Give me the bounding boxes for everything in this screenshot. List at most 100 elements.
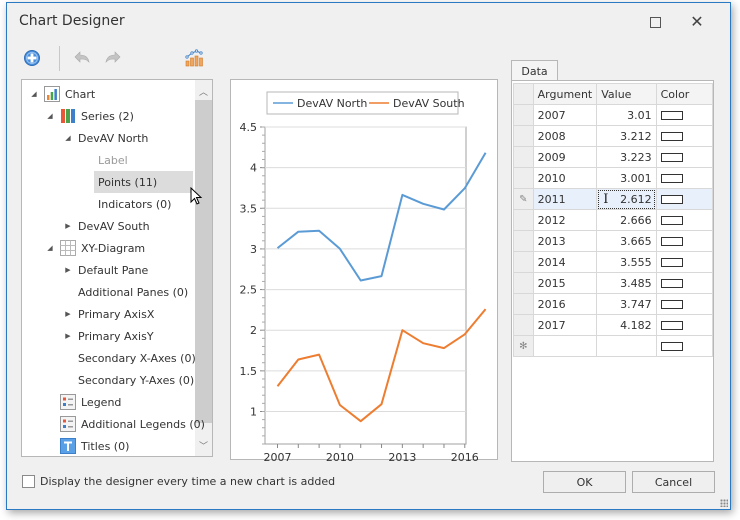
color-cell[interactable] <box>655 104 714 126</box>
grid-row[interactable]: 2014 3.555 <box>513 251 714 273</box>
scroll-thumb[interactable] <box>195 100 212 423</box>
color-cell[interactable] <box>655 293 714 315</box>
maximize-button[interactable] <box>637 9 673 35</box>
expanded-arrow-icon[interactable]: ◢ <box>44 244 56 252</box>
grid-row[interactable]: 2008 3.212 <box>513 125 714 147</box>
row-indicator[interactable] <box>513 209 534 231</box>
argument-cell[interactable]: 2016 <box>532 293 598 315</box>
tree-item-additional-panes-0[interactable]: Additional Panes (0) <box>62 281 188 303</box>
value-cell[interactable]: 3.555 <box>596 251 657 273</box>
column-header-color[interactable]: Color <box>655 83 714 105</box>
argument-cell[interactable]: 2014 <box>532 251 598 273</box>
edit-row-indicator-icon[interactable]: ✎ <box>513 188 534 210</box>
value-cell[interactable]: 3.665 <box>596 230 657 252</box>
tree-item-primary-axisx[interactable]: ▶ Primary AxisX <box>62 303 154 325</box>
tree-item-indicators-0[interactable]: Indicators (0) <box>94 193 193 215</box>
color-swatch[interactable] <box>660 237 683 246</box>
argument-cell[interactable]: 2010 <box>532 167 598 189</box>
row-indicator[interactable] <box>513 146 534 168</box>
color-cell[interactable] <box>655 272 714 294</box>
color-swatch[interactable] <box>660 195 683 204</box>
argument-cell[interactable]: 2012 <box>532 209 598 231</box>
argument-cell[interactable]: 2008 <box>532 125 598 147</box>
tree-item-series-2[interactable]: ◢ Series (2) <box>44 105 134 127</box>
grid-row[interactable]: 2015 3.485 <box>513 272 714 294</box>
color-swatch[interactable] <box>660 258 683 267</box>
tree-item-default-pane[interactable]: ▶ Default Pane <box>62 259 148 281</box>
value-cell[interactable]: 2.666 <box>596 209 657 231</box>
undo-button[interactable] <box>71 47 93 69</box>
ok-button[interactable]: OK <box>543 471 626 493</box>
grid-row[interactable]: 2010 3.001 <box>513 167 714 189</box>
color-swatch[interactable] <box>660 174 683 183</box>
collapsed-arrow-icon[interactable]: ▶ <box>62 310 74 318</box>
value-cell[interactable]: 3.212 <box>596 125 657 147</box>
resize-grip[interactable] <box>720 499 728 507</box>
redo-button[interactable] <box>102 47 124 69</box>
argument-cell[interactable]: 2011 <box>532 188 598 210</box>
value-cell[interactable]: 3.001 <box>596 167 657 189</box>
tree-item-secondary-x-axes-0[interactable]: Secondary X-Axes (0) <box>62 347 196 369</box>
tree-item-points-11[interactable]: Points (11) <box>94 171 193 193</box>
argument-cell[interactable]: 2015 <box>532 272 598 294</box>
row-indicator[interactable] <box>513 104 534 126</box>
add-button[interactable] <box>21 47 43 69</box>
grid-row[interactable]: 2007 3.01 <box>513 104 714 126</box>
color-swatch[interactable] <box>660 321 683 330</box>
grid-row[interactable]: ✎ 2011 2.612 I <box>513 188 714 210</box>
collapsed-arrow-icon[interactable]: ▶ <box>62 222 74 230</box>
collapsed-arrow-icon[interactable]: ▶ <box>62 266 74 274</box>
row-indicator[interactable] <box>513 314 534 336</box>
color-cell[interactable] <box>655 167 714 189</box>
expanded-arrow-icon[interactable]: ◢ <box>28 90 40 98</box>
color-swatch[interactable] <box>660 279 683 288</box>
collapsed-arrow-icon[interactable]: ▶ <box>62 332 74 340</box>
color-swatch[interactable] <box>660 132 683 141</box>
grid-row[interactable]: 2013 3.665 <box>513 230 714 252</box>
row-indicator[interactable] <box>513 293 534 315</box>
show-designer-checkbox[interactable] <box>22 475 35 488</box>
argument-cell[interactable]: 2007 <box>532 104 598 126</box>
close-button[interactable]: ✕ <box>679 9 715 35</box>
tree-item-label[interactable]: Label <box>94 149 193 171</box>
tree-scrollbar[interactable]: ︿ ﹀ <box>195 80 212 456</box>
new-argument-cell[interactable] <box>532 335 598 357</box>
value-cell[interactable]: 3.223 <box>596 146 657 168</box>
color-swatch[interactable] <box>660 300 683 309</box>
tree-item-xy-diagram[interactable]: ◢ XY-Diagram <box>44 237 145 259</box>
tree-item-titles-0[interactable]: Titles (0) <box>44 435 129 456</box>
row-indicator[interactable] <box>513 272 534 294</box>
tree-item-chart[interactable]: ◢ Chart <box>28 83 95 105</box>
value-cell[interactable]: 3.01 <box>596 104 657 126</box>
value-cell[interactable]: 4.182 <box>596 314 657 336</box>
tree-item-devav-south[interactable]: ▶ DevAV South <box>62 215 149 237</box>
scroll-down-arrow-icon[interactable]: ﹀ <box>195 436 212 454</box>
tree-item-primary-axisy[interactable]: ▶ Primary AxisY <box>62 325 153 347</box>
row-indicator[interactable] <box>513 230 534 252</box>
tab-data[interactable]: Data <box>511 60 558 81</box>
show-designer-checkbox-row[interactable]: Display the designer every time a new ch… <box>22 475 335 488</box>
tree-item-secondary-y-axes-0[interactable]: Secondary Y-Axes (0) <box>62 369 194 391</box>
cancel-button[interactable]: Cancel <box>632 471 715 493</box>
argument-cell[interactable]: 2017 <box>532 314 598 336</box>
new-color-cell[interactable] <box>655 335 714 357</box>
row-indicator[interactable] <box>513 251 534 273</box>
expanded-arrow-icon[interactable]: ◢ <box>62 134 74 142</box>
color-cell[interactable] <box>655 188 714 210</box>
color-swatch[interactable] <box>660 342 683 351</box>
color-cell[interactable] <box>655 209 714 231</box>
expanded-arrow-icon[interactable]: ◢ <box>44 112 56 120</box>
color-cell[interactable] <box>655 230 714 252</box>
grid-row[interactable]: 2009 3.223 <box>513 146 714 168</box>
tree-item-additional-legends-0[interactable]: Additional Legends (0) <box>44 413 205 435</box>
tree-item-devav-north[interactable]: ◢ DevAV North <box>62 127 148 149</box>
color-swatch[interactable] <box>660 153 683 162</box>
chart-type-button[interactable] <box>183 47 205 69</box>
row-indicator[interactable] <box>513 167 534 189</box>
argument-cell[interactable]: 2009 <box>532 146 598 168</box>
new-item-row[interactable]: ✻ <box>513 335 714 357</box>
grid-row[interactable]: 2017 4.182 <box>513 314 714 336</box>
scroll-up-arrow-icon[interactable]: ︿ <box>195 82 212 100</box>
value-cell[interactable]: 3.485 <box>596 272 657 294</box>
grid-row[interactable]: 2012 2.666 <box>513 209 714 231</box>
